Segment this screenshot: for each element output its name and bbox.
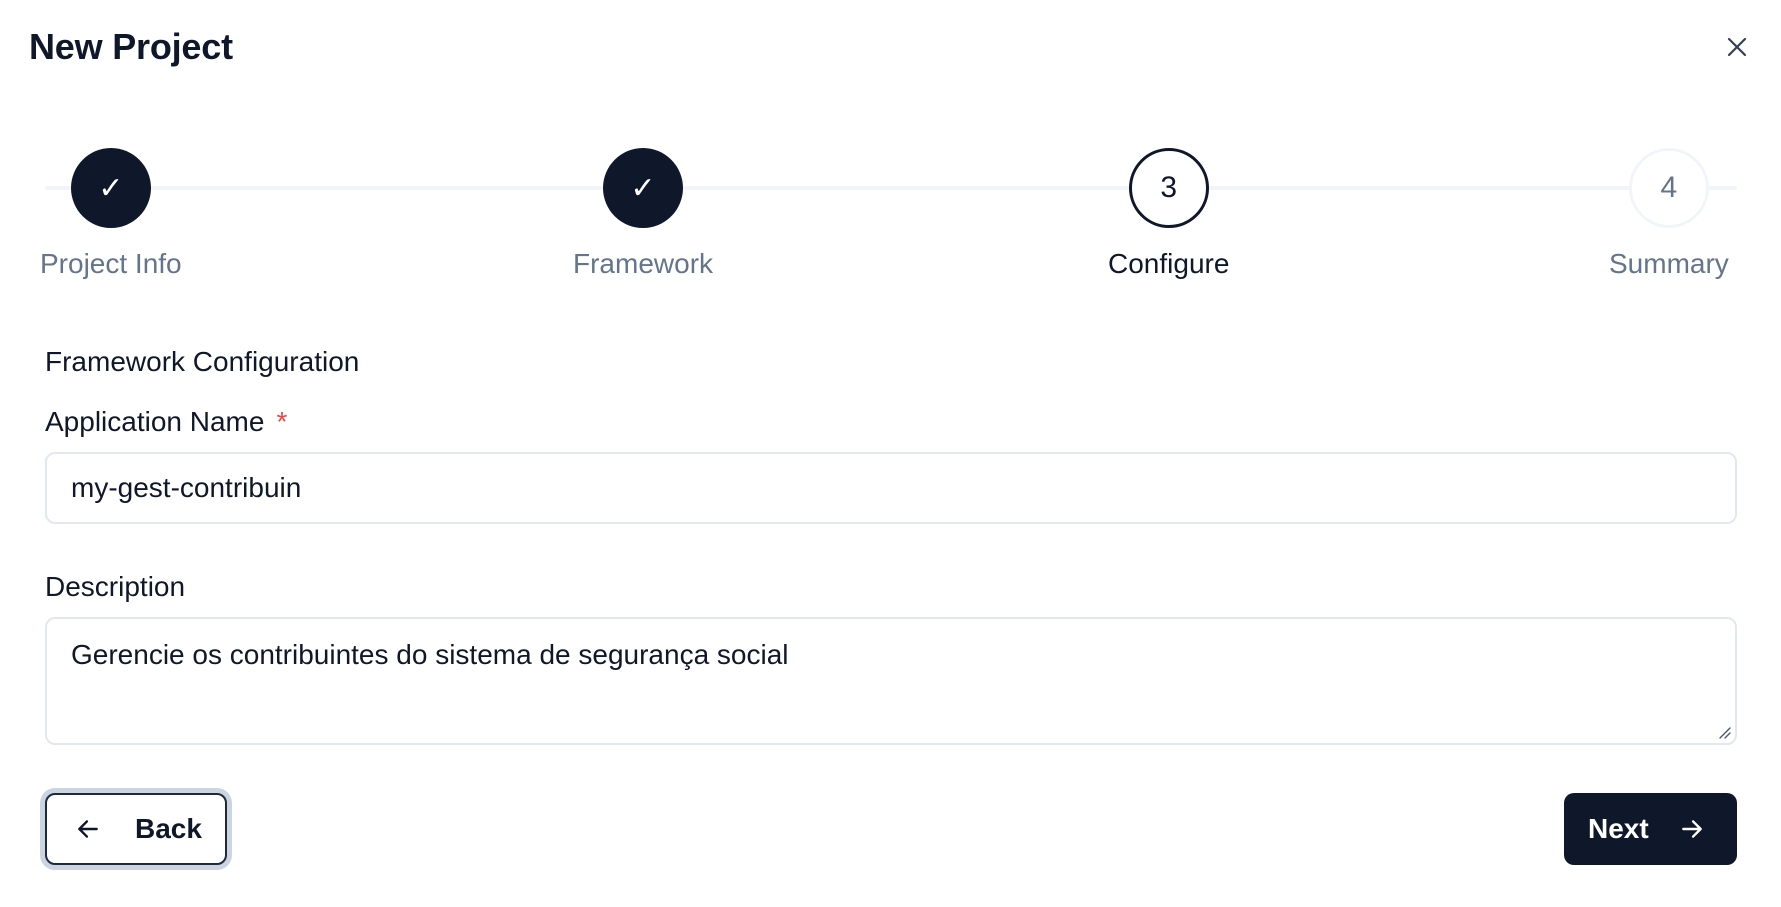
step-1-check-icon: ✓: [70, 148, 151, 228]
step-label: Summary: [1609, 248, 1729, 279]
section-title: Framework Configuration: [45, 346, 360, 377]
step-label: Project Info: [40, 248, 182, 279]
dialog-title: New Project: [29, 26, 233, 67]
description-textarea[interactable]: Gerencie os contribuintes do sistema de …: [45, 617, 1737, 745]
arrow-left-icon: [78, 820, 98, 838]
application-name-label: Application Name *: [45, 406, 287, 438]
step-configure: 3 Configure: [1108, 148, 1229, 280]
application-name-label-text: Application Name: [45, 406, 265, 437]
step-summary: 4 Summary: [1609, 148, 1729, 280]
application-name-input[interactable]: my-gest-contribuin: [45, 452, 1737, 524]
close-button[interactable]: [1720, 30, 1754, 64]
description-value: Gerencie os contribuintes do sistema de …: [71, 639, 789, 670]
next-button-label: Next: [1588, 813, 1649, 844]
resize-grip-icon[interactable]: [1717, 725, 1731, 739]
step-3-number: 3: [1128, 148, 1209, 228]
application-name-value: my-gest-contribuin: [71, 472, 302, 503]
close-icon: [1727, 37, 1747, 57]
stepper-track: [45, 186, 1737, 190]
description-label: Description: [45, 571, 186, 602]
step-label: Configure: [1108, 248, 1230, 279]
back-button[interactable]: Back: [45, 793, 227, 865]
step-framework: ✓ Framework: [573, 148, 713, 280]
next-button[interactable]: Next: [1564, 793, 1737, 865]
arrow-right-icon: [1681, 820, 1702, 838]
stepper: ✓ Project Info ✓ Framework 3 Configure 4…: [40, 148, 1737, 288]
step-label: Framework: [573, 248, 714, 279]
required-indicator: *: [276, 406, 288, 437]
step-2-check-icon: ✓: [603, 148, 683, 228]
step-4-number: 4: [1628, 148, 1709, 228]
step-project-info: ✓ Project Info: [40, 148, 182, 280]
new-project-dialog: New Project ✓ Project Info ✓ Framework 3…: [0, 0, 1781, 907]
back-button-label: Back: [135, 813, 202, 844]
